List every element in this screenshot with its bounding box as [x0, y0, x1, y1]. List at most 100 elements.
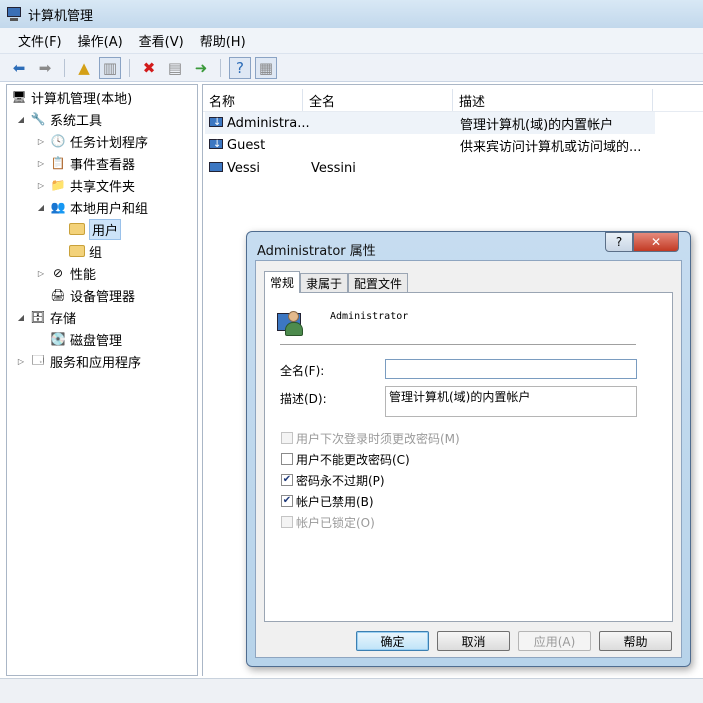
collapse-arrow-icon[interactable]: ◢	[15, 313, 27, 322]
tools-icon: 🔧	[30, 112, 46, 126]
account-name: Administrator	[330, 311, 409, 322]
user-account-icon: ↓	[209, 137, 225, 153]
description-field[interactable]: 管理计算机(域)的内置帐户	[385, 386, 637, 417]
tree-item-device-manager[interactable]: 🖨 设备管理器	[50, 285, 135, 305]
tree-item-task-scheduler[interactable]: ▷ 🕓 任务计划程序	[35, 131, 148, 151]
performance-icon: ⊘	[52, 266, 64, 280]
forward-arrow-icon[interactable]: ➡	[34, 57, 56, 79]
user-account-icon	[277, 305, 309, 339]
services-icon: 🗔	[31, 352, 45, 367]
tree-label: 服务和应用程序	[50, 355, 142, 371]
properties-dialog: Administrator 属性 ? ✕ 常规 隶属于 配置文件 Adminis…	[246, 231, 691, 667]
checkbox-box[interactable]	[281, 453, 293, 465]
help-button[interactable]: 帮助	[599, 631, 672, 651]
cancel-button[interactable]: 取消	[437, 631, 510, 651]
tab-general[interactable]: 常规	[264, 271, 301, 293]
dialog-help-button[interactable]: ?	[605, 232, 633, 252]
column-header-fullname[interactable]: 全名	[303, 89, 453, 111]
fullname-field[interactable]	[385, 359, 637, 379]
fullname-label: 全名(F):	[280, 364, 325, 378]
checkbox-cannot-change-password[interactable]: 用户不能更改密码(C)	[281, 451, 410, 467]
folder-icon	[69, 221, 85, 237]
collapse-arrow-icon[interactable]: ◢	[15, 115, 27, 124]
tree-item-system-tools[interactable]: ◢ 🔧 系统工具	[15, 109, 102, 129]
dialog-close-button[interactable]: ✕	[633, 232, 679, 252]
tree-item-users[interactable]: 用户	[69, 218, 122, 240]
tree-label: 计算机管理(本地)	[31, 91, 133, 107]
up-folder-icon[interactable]: ▲	[73, 57, 95, 79]
tree-item-event-viewer[interactable]: ▷ 📋 事件查看器	[35, 153, 135, 173]
table-row[interactable]: Vessi Vessini	[205, 157, 655, 179]
storage-icon: 🗄	[30, 310, 46, 324]
tree-item-performance[interactable]: ▷ ⊘ 性能	[35, 263, 96, 283]
tree-item-shared-folders[interactable]: ▷ 📁 共享文件夹	[35, 175, 135, 195]
user-account-icon: ↓	[209, 115, 225, 131]
row-name: Administra...	[227, 115, 310, 131]
tree-item-storage[interactable]: ◢ 🗄 存储	[15, 307, 76, 327]
general-tab-panel: Administrator 全名(F): 描述(D): 管理计算机(域)的内置帐…	[264, 292, 673, 622]
checkbox-label: 帐户已锁定(O)	[296, 515, 375, 530]
apply-button[interactable]: 应用(A)	[518, 631, 591, 651]
table-row[interactable]: ↓ Administra... 管理计算机(域)的内置帐户	[205, 112, 655, 134]
checkbox-account-locked[interactable]: 帐户已锁定(O)	[281, 514, 375, 530]
export-list-icon[interactable]: ➜	[190, 57, 212, 79]
expand-arrow-icon[interactable]: ▷	[35, 269, 47, 278]
tree-label: 用户	[89, 218, 122, 240]
tree-item-root[interactable]: 🖥 计算机管理(本地)	[11, 87, 132, 107]
tree-label: 本地用户和组	[70, 201, 149, 217]
properties-icon[interactable]: ▤	[164, 57, 186, 79]
tab-profile[interactable]: 配置文件	[348, 273, 409, 293]
expand-arrow-icon[interactable]: ▷	[35, 181, 47, 190]
user-account-icon	[209, 160, 225, 176]
checkbox-password-never-expires[interactable]: ✔ 密码永不过期(P)	[281, 472, 385, 488]
clock-icon: 🕓	[50, 134, 66, 148]
tree-label: 性能	[70, 267, 97, 283]
delete-icon[interactable]: ✖	[138, 57, 160, 79]
dialog-tabs: 常规 隶属于 配置文件	[264, 271, 409, 293]
expand-arrow-icon[interactable]: ▷	[35, 159, 47, 168]
column-header-name[interactable]: 名称	[203, 89, 303, 111]
tree-label: 系统工具	[50, 113, 103, 129]
tree-item-local-users-groups[interactable]: ◢ 👥 本地用户和组	[35, 197, 148, 217]
checkbox-box[interactable]	[281, 432, 293, 444]
back-arrow-icon[interactable]: ⬅	[8, 57, 30, 79]
checkmark-icon[interactable]: ✔	[281, 495, 293, 507]
checkbox-box[interactable]	[281, 516, 293, 528]
expand-arrow-icon[interactable]: ▷	[15, 357, 27, 366]
collapse-arrow-icon[interactable]: ◢	[35, 203, 47, 212]
checkbox-must-change-password[interactable]: 用户下次登录时须更改密码(M)	[281, 430, 460, 446]
ok-button[interactable]: 确定	[356, 631, 429, 651]
tree-label: 磁盘管理	[70, 333, 123, 349]
tree-label: 任务计划程序	[70, 135, 149, 151]
event-viewer-icon: 📋	[50, 156, 66, 170]
menu-file[interactable]: 文件(F)	[10, 28, 70, 53]
tree-label: 设备管理器	[70, 289, 136, 305]
row-name: Vessi	[227, 160, 261, 176]
show-hide-tree-icon[interactable]: ▥	[99, 56, 121, 79]
title-bar: 计算机管理	[0, 0, 703, 28]
menu-action[interactable]: 操作(A)	[70, 28, 131, 53]
show-action-pane-icon[interactable]: ▦	[255, 56, 277, 79]
disk-icon: 💽	[50, 332, 66, 346]
column-header-description[interactable]: 描述	[453, 89, 653, 111]
tree-item-disk-management[interactable]: 💽 磁盘管理	[50, 329, 123, 349]
menu-view[interactable]: 查看(V)	[131, 28, 192, 53]
divider	[280, 344, 636, 345]
tab-member-of[interactable]: 隶属于	[300, 273, 349, 293]
tree-label: 组	[89, 245, 103, 261]
checkbox-label: 密码永不过期(P)	[296, 473, 385, 488]
expand-arrow-icon[interactable]: ▷	[35, 137, 47, 146]
checkbox-account-disabled[interactable]: ✔ 帐户已禁用(B)	[281, 493, 374, 509]
table-row[interactable]: ↓ Guest 供来宾访问计算机或访问域的...	[205, 134, 655, 156]
computer-icon: 🖥	[11, 90, 27, 104]
checkmark-icon[interactable]: ✔	[281, 474, 293, 486]
help-icon[interactable]: ?	[229, 56, 251, 79]
shared-folder-icon: 📁	[50, 178, 66, 192]
description-label: 描述(D):	[280, 392, 327, 406]
tree-item-groups[interactable]: 组	[69, 241, 102, 261]
device-manager-icon: 🖨	[50, 288, 66, 302]
menu-help[interactable]: 帮助(H)	[192, 28, 254, 53]
tree-item-services-apps[interactable]: ▷ 🗔 服务和应用程序	[15, 351, 141, 371]
tree-label: 存储	[50, 311, 77, 327]
row-description: 供来宾访问计算机或访问域的...	[460, 139, 642, 155]
